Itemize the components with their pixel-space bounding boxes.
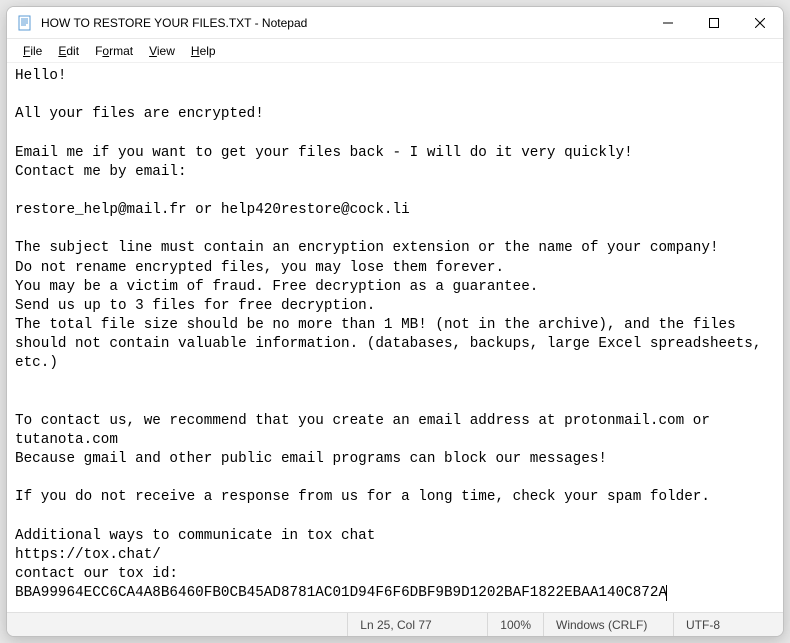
menu-file[interactable]: File: [15, 41, 50, 61]
maximize-button[interactable]: [691, 7, 737, 38]
menu-view[interactable]: View: [141, 41, 183, 61]
text-caret: [666, 585, 667, 601]
status-encoding: UTF-8: [673, 613, 783, 636]
status-position: Ln 25, Col 77: [347, 613, 487, 636]
notepad-icon: [17, 15, 33, 31]
close-button[interactable]: [737, 7, 783, 38]
status-zoom: 100%: [487, 613, 543, 636]
notepad-window: HOW TO RESTORE YOUR FILES.TXT - Notepad …: [6, 6, 784, 637]
menu-format[interactable]: Format: [87, 41, 141, 61]
menu-bar: File Edit Format View Help: [7, 39, 783, 63]
text-editor-area[interactable]: Hello! All your files are encrypted! Ema…: [7, 63, 783, 612]
title-bar[interactable]: HOW TO RESTORE YOUR FILES.TXT - Notepad: [7, 7, 783, 39]
minimize-button[interactable]: [645, 7, 691, 38]
status-bar: Ln 25, Col 77 100% Windows (CRLF) UTF-8: [7, 612, 783, 636]
menu-help[interactable]: Help: [183, 41, 224, 61]
window-controls: [645, 7, 783, 38]
status-line-endings: Windows (CRLF): [543, 613, 673, 636]
menu-edit[interactable]: Edit: [50, 41, 87, 61]
window-title: HOW TO RESTORE YOUR FILES.TXT - Notepad: [41, 16, 645, 30]
document-text: Hello! All your files are encrypted! Ema…: [15, 68, 770, 601]
